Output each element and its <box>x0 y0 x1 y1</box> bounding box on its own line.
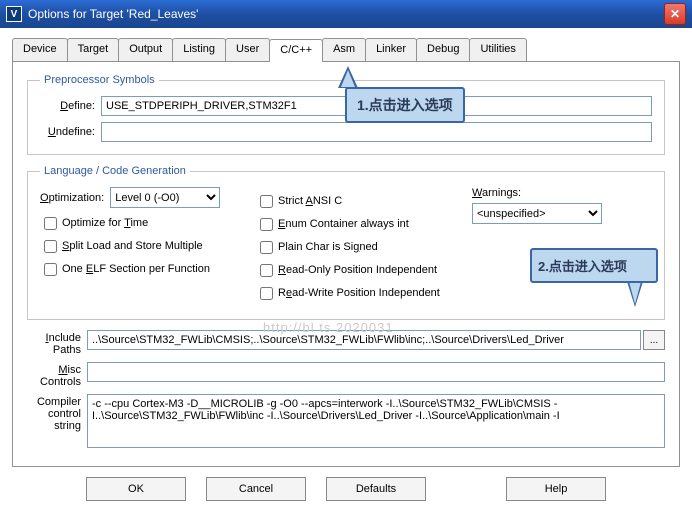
col-mid: Strict ANSI C Enum Container always int … <box>256 187 460 307</box>
tab-listing[interactable]: Listing <box>172 38 226 61</box>
ok-button[interactable]: OK <box>86 477 186 501</box>
callout-2: 2.点击进入选项 <box>530 248 658 283</box>
enum-container-checkbox[interactable] <box>260 218 273 231</box>
language-codegen-legend: Language / Code Generation <box>40 165 190 177</box>
readonly-pi-label: Read-Only Position Independent <box>278 264 437 276</box>
enum-container-label: Enum Container always int <box>278 218 409 230</box>
watermark-text: http://bl ts 2020031 <box>263 320 394 335</box>
define-label: Define: <box>40 100 95 112</box>
callout-1: 1.点击进入选项 <box>345 87 465 123</box>
callout-1-arrow <box>338 66 358 88</box>
titlebar: V Options for Target 'Red_Leaves' ✕ <box>0 0 692 28</box>
compiler-string-label: Compilercontrolstring <box>27 394 81 432</box>
warnings-select[interactable]: <unspecified> <box>472 203 602 224</box>
split-load-label: Split Load and Store Multiple <box>62 240 203 252</box>
window-title: Options for Target 'Red_Leaves' <box>28 7 664 21</box>
split-load-checkbox[interactable] <box>44 240 57 253</box>
cancel-button[interactable]: Cancel <box>206 477 306 501</box>
preprocessor-legend: Preprocessor Symbols <box>40 74 159 86</box>
tab-utilities[interactable]: Utilities <box>469 38 526 61</box>
paths-area: IncludePaths ... MiscControls Compilerco… <box>27 330 665 448</box>
undefine-label: Undefine: <box>40 126 95 138</box>
readonly-pi-checkbox[interactable] <box>260 264 273 277</box>
help-button[interactable]: Help <box>506 477 606 501</box>
optimize-time-label: Optimize for Time <box>62 217 148 229</box>
tab-strip: Device Target Output Listing User C/C++ … <box>12 38 680 62</box>
plain-char-label: Plain Char is Signed <box>278 241 378 253</box>
optimization-label: Optimization: <box>40 192 104 204</box>
include-paths-browse-button[interactable]: ... <box>643 330 665 350</box>
strict-ansi-checkbox[interactable] <box>260 195 273 208</box>
include-paths-label: IncludePaths <box>27 330 81 356</box>
one-elf-checkbox[interactable] <box>44 263 57 276</box>
language-codegen-group: Language / Code Generation Optimization:… <box>27 165 665 320</box>
tab-target[interactable]: Target <box>67 38 120 61</box>
undefine-input[interactable] <box>101 122 652 142</box>
optimize-time-checkbox[interactable] <box>44 217 57 230</box>
warnings-label: Warnings: <box>472 187 652 199</box>
tab-user[interactable]: User <box>225 38 270 61</box>
compiler-string-textarea[interactable]: -c --cpu Cortex-M3 -D__MICROLIB -g -O0 -… <box>87 394 665 448</box>
strict-ansi-label: Strict ANSI C <box>278 195 342 207</box>
col-left: Optimization: Level 0 (-O0) Optimize for… <box>40 187 244 307</box>
tab-linker[interactable]: Linker <box>365 38 417 61</box>
tab-debug[interactable]: Debug <box>416 38 470 61</box>
misc-controls-input[interactable] <box>87 362 665 382</box>
readwrite-pi-label: Read-Write Position Independent <box>278 287 440 299</box>
app-icon: V <box>6 6 22 22</box>
readwrite-pi-checkbox[interactable] <box>260 287 273 300</box>
tab-c-cpp[interactable]: C/C++ <box>269 39 323 62</box>
tab-device[interactable]: Device <box>12 38 68 61</box>
button-bar: OK Cancel Defaults Help <box>12 467 680 505</box>
close-button[interactable]: ✕ <box>664 3 686 25</box>
one-elf-label: One ELF Section per Function <box>62 263 210 275</box>
close-icon: ✕ <box>670 7 680 21</box>
plain-char-checkbox[interactable] <box>260 241 273 254</box>
defaults-button[interactable]: Defaults <box>326 477 426 501</box>
tab-output[interactable]: Output <box>118 38 173 61</box>
optimization-select[interactable]: Level 0 (-O0) <box>110 187 220 208</box>
misc-controls-label: MiscControls <box>27 362 81 388</box>
tab-asm[interactable]: Asm <box>322 38 366 61</box>
